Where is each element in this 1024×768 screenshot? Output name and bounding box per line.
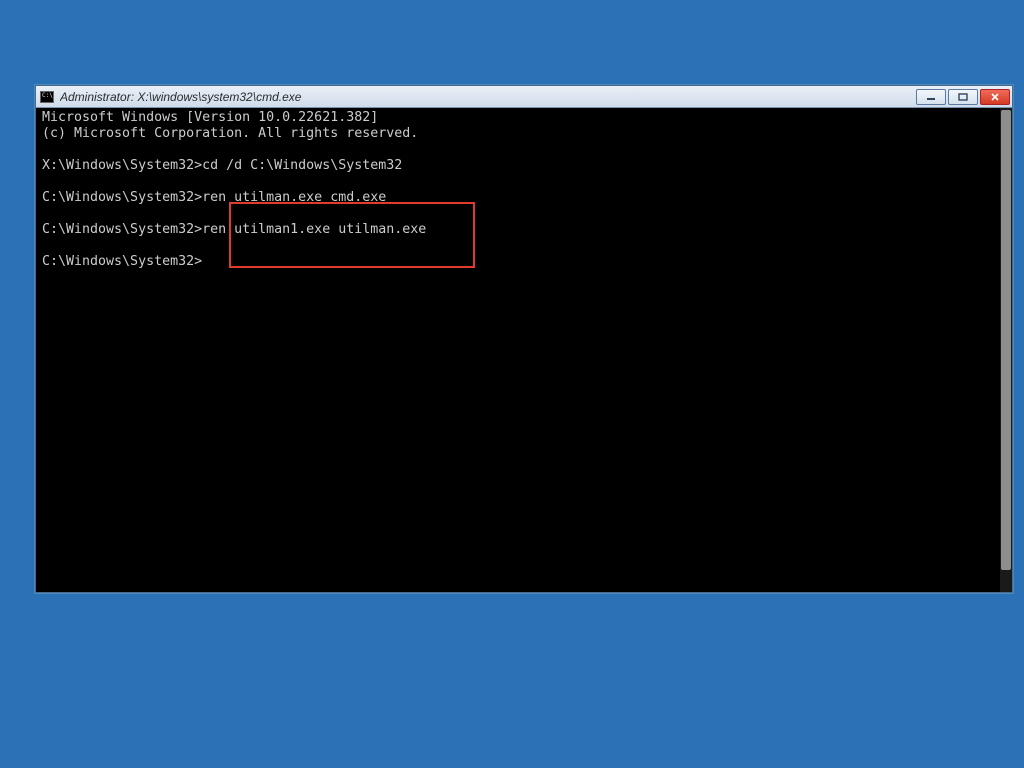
console-area[interactable]: Microsoft Windows [Version 10.0.22621.38… bbox=[36, 108, 1012, 592]
cmd-window: Administrator: X:\windows\system32\cmd.e… bbox=[35, 85, 1013, 593]
window-button-group bbox=[916, 89, 1010, 105]
titlebar[interactable]: Administrator: X:\windows\system32\cmd.e… bbox=[36, 86, 1012, 108]
close-button[interactable] bbox=[980, 89, 1010, 105]
window-title: Administrator: X:\windows\system32\cmd.e… bbox=[60, 90, 916, 104]
maximize-button[interactable] bbox=[948, 89, 978, 105]
scrollbar-thumb[interactable] bbox=[1001, 110, 1011, 570]
console-text: Microsoft Windows [Version 10.0.22621.38… bbox=[36, 108, 1000, 592]
minimize-button[interactable] bbox=[916, 89, 946, 105]
cmd-app-icon bbox=[40, 91, 54, 103]
minimize-icon bbox=[926, 93, 936, 101]
close-icon bbox=[990, 93, 1000, 101]
scrollbar-vertical[interactable] bbox=[1000, 108, 1012, 592]
maximize-icon bbox=[958, 93, 968, 101]
